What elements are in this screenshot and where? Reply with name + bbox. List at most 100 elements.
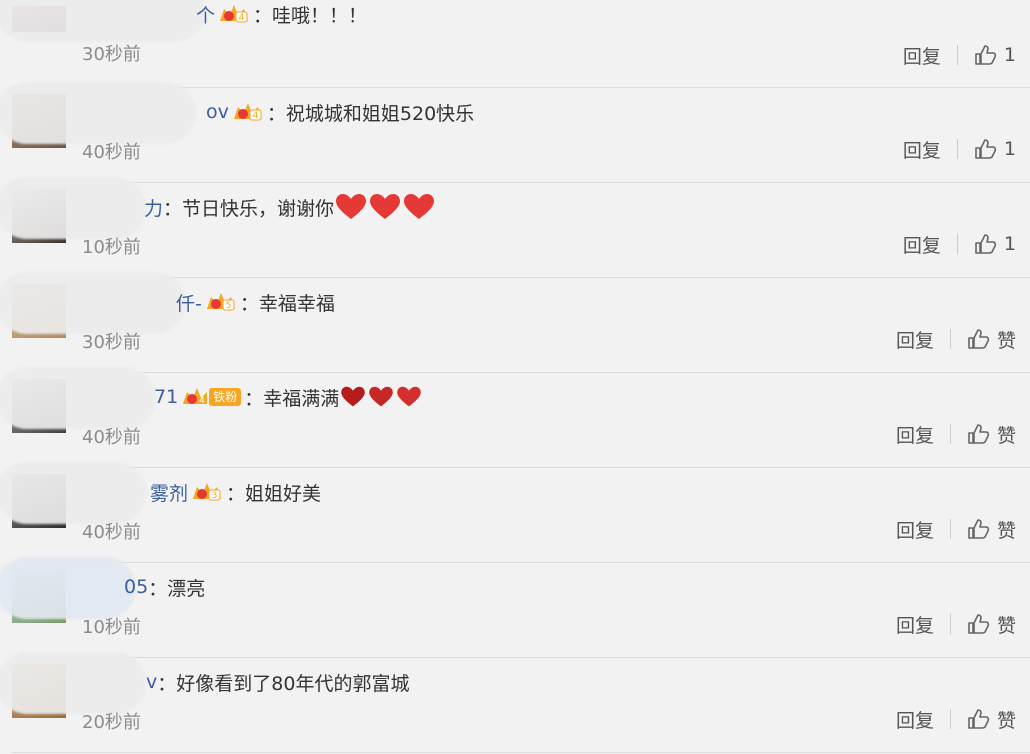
- timestamp: 40秒前: [82, 522, 141, 543]
- crown-level-badge-icon: 5: [206, 293, 235, 311]
- thumbs-up-icon: [968, 519, 990, 539]
- comment-actions: 回复 赞: [896, 417, 1016, 451]
- divider: [949, 709, 951, 729]
- username[interactable]: 05: [124, 576, 148, 598]
- comment-line: 力 ： 节日快乐，谢谢你: [144, 187, 1010, 227]
- crown-level-badge-icon: 4: [220, 5, 249, 23]
- timestamp: 10秒前: [82, 617, 141, 638]
- timestamp: 30秒前: [82, 332, 141, 353]
- fan-tag: 铁粉: [209, 388, 242, 406]
- crown-level-badge-icon: 4: [233, 103, 262, 121]
- username[interactable]: 个: [196, 1, 215, 28]
- timestamp: 30秒前: [82, 44, 141, 65]
- like-label: 赞: [996, 614, 1016, 637]
- reply-button[interactable]: 回复: [896, 421, 934, 448]
- badge-level: 4: [253, 111, 259, 121]
- comment-item: 05 ： 漂亮 10秒前 回复 赞: [0, 557, 1030, 658]
- comment-text: 祝城城和姐姐520快乐: [285, 102, 475, 125]
- divider: [956, 139, 958, 159]
- heart-emoji-icon: [370, 194, 401, 219]
- blur-mask: [0, 462, 146, 524]
- thumbs-up-icon: [968, 329, 990, 349]
- like-count: 1: [1003, 44, 1016, 66]
- comment-actions: 回复 赞: [896, 322, 1016, 356]
- username[interactable]: 仟-: [176, 289, 202, 316]
- comment-text: 幸福满满: [263, 387, 340, 410]
- comment-actions: 回复 赞: [896, 702, 1016, 736]
- colon: ：: [148, 577, 168, 600]
- reply-button[interactable]: 回复: [896, 516, 934, 543]
- like-button[interactable]: 1: [974, 138, 1016, 160]
- comment-text: 幸福幸福: [258, 292, 335, 315]
- heart-emoji-icon: [397, 386, 422, 407]
- like-button[interactable]: 赞: [967, 611, 1016, 638]
- thumbs-up-icon: [975, 139, 997, 159]
- comment-line: 71 4 铁粉 ： 幸福满满: [154, 377, 1010, 417]
- comment-text: 漂亮: [167, 577, 206, 600]
- heart-emoji-icon: [341, 386, 366, 407]
- like-count: 1: [1003, 138, 1016, 160]
- colon: ：: [157, 672, 177, 695]
- timestamp: 10秒前: [82, 237, 141, 258]
- comment-item: ov 4 ： 祝城城和姐姐520快乐 40秒前 回复 1: [0, 82, 1030, 183]
- heart-emoji-icon: [336, 194, 367, 219]
- like-label: 赞: [996, 519, 1016, 542]
- comment-text: 好像看到了80年代的郭富城: [176, 672, 410, 695]
- colon: ：: [266, 102, 286, 125]
- timestamp: 40秒前: [82, 427, 141, 448]
- comment-line: 仟- 5 ： 幸福幸福: [176, 282, 1010, 322]
- comment-item: 力 ： 节日快乐，谢谢你 10秒前 回复 1: [0, 177, 1030, 278]
- comment-text: 姐姐好美: [245, 482, 322, 505]
- username[interactable]: 力: [144, 194, 163, 221]
- comment-text: 节日快乐，谢谢你: [182, 197, 335, 220]
- like-button[interactable]: 赞: [967, 706, 1016, 733]
- like-button[interactable]: 1: [974, 44, 1016, 66]
- like-label: 赞: [996, 424, 1016, 447]
- username[interactable]: v: [146, 671, 157, 693]
- comment-actions: 回复 1: [903, 132, 1016, 166]
- username[interactable]: 71: [154, 386, 178, 408]
- comment-actions: 回复 赞: [896, 607, 1016, 641]
- reply-button[interactable]: 回复: [903, 231, 941, 258]
- like-button[interactable]: 赞: [967, 421, 1016, 448]
- badge-level: 5: [225, 301, 231, 311]
- reply-button[interactable]: 回复: [903, 42, 941, 69]
- thumbs-up-icon: [975, 234, 997, 254]
- comment-item: 71 4 铁粉 ： 幸福满满 40秒前 回复 赞: [0, 367, 1030, 468]
- divider: [956, 234, 958, 254]
- comment-item: v ： 好像看到了80年代的郭富城 20秒前 回复 赞: [0, 652, 1030, 753]
- comment-text: 哇哦！！！: [272, 4, 368, 27]
- fan-badge: 4 铁粉: [181, 386, 242, 408]
- divider: [949, 519, 951, 539]
- blur-mask: [0, 0, 206, 42]
- divider: [949, 614, 951, 634]
- separator: [12, 752, 1030, 753]
- divider: [949, 424, 951, 444]
- blur-mask: [0, 177, 146, 239]
- comment-line: ov 4 ： 祝城城和姐姐520快乐: [206, 92, 1010, 132]
- comment-actions: 回复 赞: [896, 512, 1016, 546]
- divider: [956, 45, 958, 65]
- comment-item: 雾剂 3 ： 姐姐好美 40秒前 回复 赞: [0, 462, 1030, 563]
- blur-mask: [0, 557, 136, 619]
- reply-button[interactable]: 回复: [896, 611, 934, 638]
- heart-emoji-icon: [404, 194, 435, 219]
- crown-level-badge-icon: 3: [193, 483, 222, 501]
- badge-level: 3: [212, 491, 218, 501]
- comment-actions: 回复 1: [903, 227, 1016, 261]
- badge-level: 4: [239, 13, 245, 23]
- reply-button[interactable]: 回复: [896, 706, 934, 733]
- colon: ：: [253, 4, 273, 27]
- reply-button[interactable]: 回复: [903, 136, 941, 163]
- like-button[interactable]: 赞: [967, 326, 1016, 353]
- comment-line: v ： 好像看到了80年代的郭富城: [146, 662, 1010, 702]
- blur-mask: [0, 367, 156, 429]
- like-button[interactable]: 1: [974, 233, 1016, 255]
- username[interactable]: 雾剂: [150, 479, 188, 506]
- blur-mask: [0, 272, 186, 334]
- reply-button[interactable]: 回复: [896, 326, 934, 353]
- thumbs-up-icon: [968, 424, 990, 444]
- username[interactable]: ov: [206, 101, 229, 123]
- comment-actions: 回复 1: [903, 38, 1016, 72]
- like-button[interactable]: 赞: [967, 516, 1016, 543]
